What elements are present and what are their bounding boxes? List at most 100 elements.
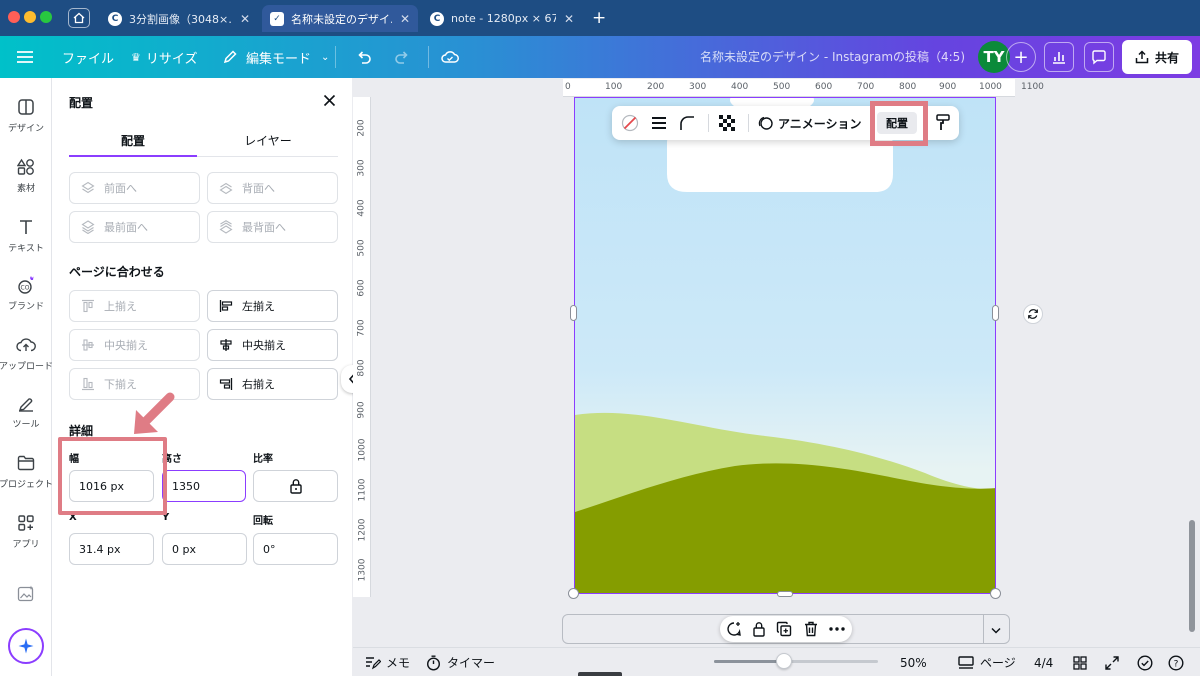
expand-pages-button[interactable] [986,622,1006,638]
comment-add-icon [727,622,741,636]
fullscreen-button[interactable] [1105,648,1119,676]
zoom-level[interactable]: 50% [900,648,927,676]
align-top-button[interactable]: 上揃え [69,290,200,322]
send-backward-button[interactable]: 背面へ [207,172,338,204]
send-to-back-button[interactable]: 最背面へ [207,211,338,243]
ruler-tick: 1000 [979,82,1002,92]
y-field[interactable]: 0 px [162,533,247,565]
ruler-tick: 200 [647,82,665,92]
pages-label: ページ [980,656,1016,670]
width-highlight-box [58,437,167,515]
vertical-scrollbar[interactable] [1189,520,1195,632]
home-tab-icon[interactable] [68,8,90,28]
undo-button[interactable] [356,36,372,78]
new-tab-button[interactable]: + [592,8,606,28]
send-backward-label: 背面へ [242,182,275,195]
comments-button[interactable] [1084,42,1114,72]
file-menu-button[interactable]: ファイル [62,36,114,78]
ruler-tick: 400 [731,82,749,92]
x-field[interactable]: 31.4 px [69,533,154,565]
align-middle-button[interactable]: 中央揃え [69,329,200,361]
help-button[interactable]: ? [1168,648,1184,676]
height-field[interactable]: 1350 [162,470,246,502]
resize-handle-bottom-right[interactable] [990,588,1001,599]
align-right-button[interactable]: 右揃え [207,368,338,400]
browser-tab-active[interactable]: ✓ 名称未設定のデザイ… ✕ [262,5,418,32]
ruler-tick: 600 [357,279,367,297]
cloud-save-status[interactable] [441,36,459,78]
bring-forward-button[interactable]: 前面へ [69,172,200,204]
browser-tab[interactable]: C 3分割画像（3048×… ✕ [100,5,258,32]
window-close-button[interactable] [8,11,20,23]
duplicate-page-button[interactable] [774,619,794,639]
share-button[interactable]: 共有 [1122,40,1192,74]
tab-arrange[interactable]: 配置 [69,130,197,158]
lock-page-button[interactable] [749,619,769,639]
resize-handle-left[interactable] [570,305,577,321]
chevron-down-icon [991,627,1001,634]
resize-handle-bottom-left[interactable] [568,588,579,599]
rail-item-brand[interactable]: CO ブランド [0,274,52,324]
align-top-icon [80,298,96,314]
border-style-button[interactable] [646,106,672,140]
refresh-button[interactable] [1023,304,1043,324]
ruler-tick: 1200 [357,518,367,542]
close-icon[interactable]: ✕ [564,12,574,26]
magic-media-icon[interactable] [16,584,36,604]
rail-label: プロジェクト [0,480,54,490]
rail-item-design[interactable]: デザイン [0,96,52,146]
rail-item-tools[interactable]: ツール [0,392,52,442]
align-center-button[interactable]: 中央揃え [207,329,338,361]
close-icon[interactable]: ✕ [400,12,410,26]
rail-item-elements[interactable]: 素材 [0,156,52,206]
rotation-field[interactable]: 0° [253,533,338,565]
tab-layers[interactable]: レイヤー [204,130,332,158]
bring-to-front-label: 最前面へ [104,221,148,234]
add-collaborator-button[interactable]: + [1006,42,1036,72]
resize-handle-bottom[interactable] [777,591,793,597]
window-minimize-button[interactable] [24,11,36,23]
pages-button[interactable]: ページ [958,648,1016,676]
insights-button[interactable] [1044,42,1074,72]
resize-handle-right[interactable] [992,305,999,321]
add-comment-button[interactable] [724,619,744,639]
transparency-button[interactable] [714,106,740,140]
tab-label: 3分割画像（3048×… [129,12,232,26]
more-options-button[interactable] [827,619,847,639]
trash-icon [805,621,817,637]
rail-item-upload[interactable]: アップロード [0,334,53,384]
hamburger-menu-button[interactable] [16,36,34,78]
help-check-button[interactable] [1137,648,1153,676]
zoom-slider-knob[interactable] [776,653,792,669]
window-zoom-button[interactable] [40,11,52,23]
resize-button[interactable]: ♛ リサイズ [131,36,198,78]
corner-rounding-button[interactable] [674,106,700,140]
timer-button[interactable]: タイマー [426,648,495,676]
check-circle-icon [1137,654,1153,671]
animate-button[interactable]: アニメーション [757,106,862,140]
ruler-tick: 500 [357,239,367,257]
ruler-tick: 800 [899,82,917,92]
bring-to-front-button[interactable]: 最前面へ [69,211,200,243]
edit-mode-button[interactable]: 編集モード ⌄ [222,36,329,78]
design-page[interactable] [574,97,996,594]
grid-view-button[interactable] [1073,648,1087,676]
copy-style-button[interactable] [930,106,956,140]
rail-item-text[interactable]: テキスト [0,216,52,266]
magic-assistant-button[interactable] [8,628,44,664]
delete-page-button[interactable] [801,619,821,639]
rail-item-projects[interactable]: プロジェクト [0,452,54,502]
close-icon[interactable]: ✕ [240,12,250,26]
resize-label: リサイズ [145,51,198,67]
ruler-tick: 600 [815,82,833,92]
rail-item-apps[interactable]: アプリ [0,512,52,562]
close-panel-button[interactable] [319,90,339,110]
redo-button[interactable] [394,36,410,78]
color-none-button[interactable] [617,106,643,140]
document-title[interactable]: 名称未設定のデザイン - Instagramの投稿（4:5) [700,36,965,78]
browser-tab[interactable]: C note - 1280px × 67… ✕ [422,5,582,32]
align-left-button[interactable]: 左揃え [207,290,338,322]
notes-button[interactable]: メモ [365,648,410,676]
lock-ratio-button[interactable] [253,470,338,502]
align-left-label: 左揃え [242,300,275,313]
